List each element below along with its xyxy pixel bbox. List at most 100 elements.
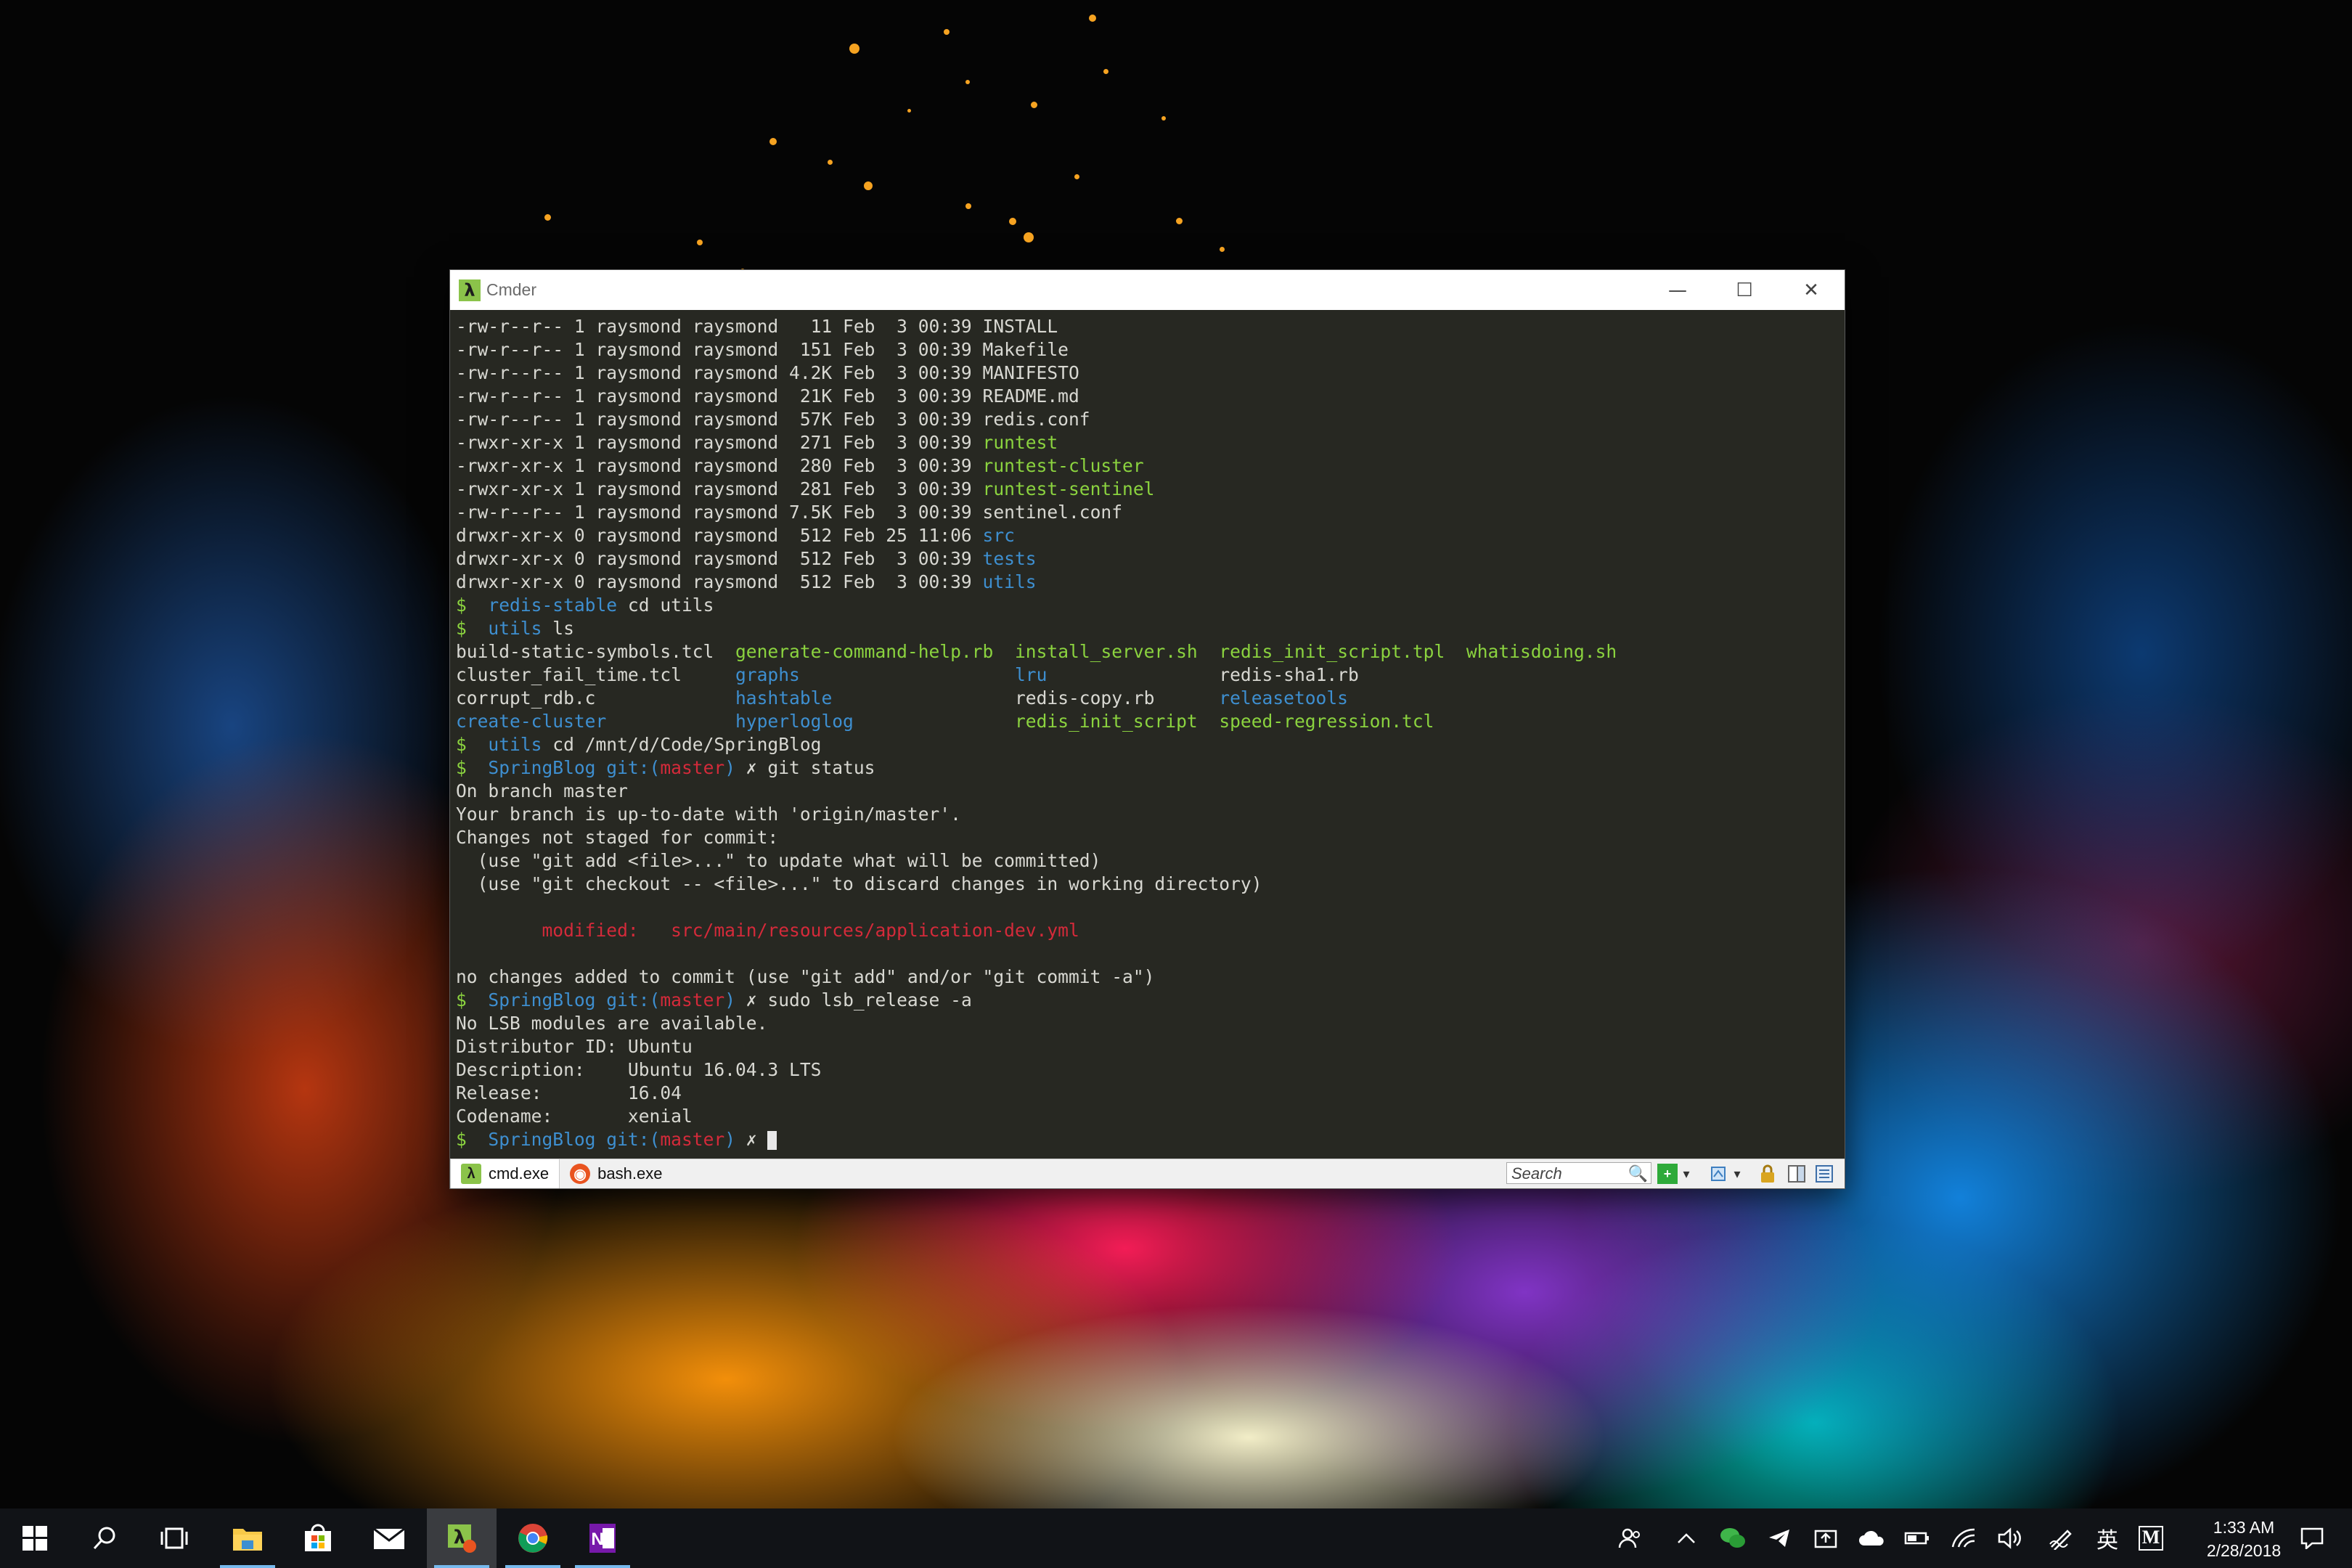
- console-text: On branch master: [456, 780, 628, 801]
- m-indicator-icon[interactable]: M: [2133, 1508, 2169, 1568]
- wifi-icon[interactable]: [1945, 1508, 1982, 1568]
- console-line: -rw-r--r-- 1 raysmond raysmond 11 Feb 3 …: [456, 315, 1839, 338]
- mail-icon[interactable]: [354, 1508, 424, 1568]
- paste-icon[interactable]: [1708, 1164, 1728, 1184]
- ubuntu-icon: ◉: [570, 1164, 591, 1184]
- console-text: -rw-r--r-- 1 raysmond raysmond 7.5K Feb …: [456, 502, 1123, 523]
- lock-icon[interactable]: [1757, 1164, 1778, 1184]
- console-text: Distributor ID: Ubuntu: [456, 1036, 693, 1057]
- console-text: No LSB modules are available.: [456, 1013, 768, 1034]
- console-text: -rw-r--r-- 1 raysmond raysmond 57K Feb 3…: [456, 409, 1090, 430]
- start-windows-icon[interactable]: [0, 1508, 70, 1568]
- console-text: Description: Ubuntu 16.04.3 LTS: [456, 1059, 822, 1080]
- console-text: git:(: [595, 757, 661, 778]
- ime-indicator[interactable]: 英: [2089, 1508, 2126, 1568]
- spark-particle: [1220, 247, 1225, 252]
- console-line: On branch master: [456, 780, 1839, 803]
- store-icon[interactable]: [283, 1508, 353, 1568]
- wechat-icon[interactable]: [1715, 1508, 1751, 1568]
- console-line: $ SpringBlog git:(master) ✗ git status: [456, 756, 1839, 780]
- spark-particle: [769, 138, 777, 145]
- console-text: -rw-r--r-- 1 raysmond raysmond 151 Feb 3…: [456, 339, 1069, 360]
- clock-date: 2/28/2018: [2206, 1541, 2282, 1560]
- console-text: create-cluster: [456, 711, 607, 732]
- console-text: runtest-cluster: [982, 455, 1144, 476]
- pen-workspace-icon[interactable]: [2043, 1508, 2079, 1568]
- console-text: git:(: [595, 989, 661, 1010]
- volume-icon[interactable]: [1992, 1508, 2028, 1568]
- window-title: Cmder: [486, 280, 537, 299]
- split-view-icon[interactable]: [1787, 1164, 1807, 1184]
- console-text: $: [456, 734, 489, 755]
- console-text: tests: [982, 548, 1037, 569]
- console-text: -rw-r--r-- 1 raysmond raysmond 11 Feb 3 …: [456, 316, 1058, 337]
- console-line: cluster_fail_time.tcl graphs lru redis-s…: [456, 663, 1839, 687]
- maximize-button[interactable]: ☐: [1711, 270, 1778, 310]
- console-text: ✗ sudo lsb_release -a: [735, 989, 972, 1010]
- console-line: Your branch is up-to-date with 'origin/m…: [456, 803, 1839, 826]
- console-text: Codename: xenial: [456, 1106, 693, 1127]
- spark-particle: [864, 181, 873, 190]
- console-text: whatisdoing.sh: [1466, 641, 1617, 662]
- file-explorer-icon[interactable]: [213, 1508, 282, 1568]
- search-icon[interactable]: 🔍: [1628, 1163, 1648, 1185]
- console-text: ): [724, 757, 735, 778]
- minimize-button[interactable]: —: [1644, 270, 1711, 310]
- cmder-taskbar-icon[interactable]: λ: [427, 1508, 497, 1568]
- battery-icon[interactable]: [1899, 1508, 1935, 1568]
- console-text: cd utils: [617, 595, 714, 616]
- spark-particle: [1009, 218, 1016, 225]
- console-line: Distributor ID: Ubuntu: [456, 1035, 1839, 1058]
- console-text: build-static-symbols.tcl: [456, 641, 735, 662]
- telegram-icon[interactable]: [1761, 1508, 1797, 1568]
- console-text: modified: src/main/resources/application…: [456, 920, 1079, 941]
- console-line: Release: 16.04: [456, 1082, 1839, 1105]
- new-tab-dropdown-icon[interactable]: ▾: [1676, 1164, 1696, 1184]
- console-text: utils: [488, 734, 542, 755]
- upload-icon[interactable]: [1808, 1508, 1844, 1568]
- menu-icon[interactable]: [1814, 1164, 1834, 1184]
- clock[interactable]: 1:33 AM 2/28/2018: [2197, 1516, 2291, 1562]
- paste-dropdown-icon[interactable]: ▾: [1727, 1164, 1747, 1184]
- console-text: hashtable: [735, 687, 833, 709]
- tab-label: bash.exe: [597, 1164, 663, 1183]
- console-text: (use "git add <file>..." to update what …: [456, 850, 1101, 871]
- console-text: redis-copy.rb: [832, 687, 1220, 709]
- console-text: redis-sha1.rb: [1219, 664, 1359, 685]
- task-view-icon[interactable]: [139, 1508, 209, 1568]
- spark-particle: [1103, 69, 1108, 74]
- action-center-icon[interactable]: [2287, 1508, 2337, 1568]
- console-text: cluster_fail_time.tcl: [456, 664, 735, 685]
- console-text: SpringBlog: [488, 1129, 596, 1150]
- search-icon[interactable]: [70, 1508, 139, 1568]
- tab-bash[interactable]: ◉ bash.exe: [560, 1159, 672, 1188]
- search-input[interactable]: Search 🔍: [1506, 1162, 1651, 1184]
- console-line: drwxr-xr-x 0 raysmond raysmond 512 Feb 3…: [456, 571, 1839, 594]
- people-icon[interactable]: [1612, 1508, 1648, 1568]
- console-text: SpringBlog: [488, 989, 596, 1010]
- close-button[interactable]: ✕: [1778, 270, 1845, 310]
- console-text: git:(: [595, 1129, 661, 1150]
- terminal-console[interactable]: -rw-r--r-- 1 raysmond raysmond 11 Feb 3 …: [456, 315, 1839, 1206]
- console-text: Changes not staged for commit:: [456, 827, 779, 848]
- console-line: $ utils ls: [456, 617, 1839, 640]
- cmder-window[interactable]: λ Cmder — ☐ ✕ -rw-r--r-- 1 raysmond rays…: [449, 269, 1845, 1189]
- console-text: drwxr-xr-x 0 raysmond raysmond 512 Feb 3…: [456, 571, 983, 592]
- console-text: ✗: [735, 1129, 768, 1150]
- console-text: -rw-r--r-- 1 raysmond raysmond 4.2K Feb …: [456, 362, 1079, 383]
- title-bar[interactable]: λ Cmder — ☐ ✕: [450, 270, 1845, 310]
- spark-particle: [544, 214, 551, 221]
- new-tab-icon[interactable]: +: [1657, 1164, 1678, 1184]
- tab-cmd[interactable]: λ cmd.exe: [450, 1159, 560, 1188]
- chrome-icon[interactable]: [498, 1508, 568, 1568]
- console-text: ✗ git status: [735, 757, 875, 778]
- lambda-icon: λ: [461, 1164, 481, 1184]
- onedrive-icon[interactable]: [1854, 1508, 1890, 1568]
- console-text: lru: [1014, 664, 1048, 685]
- chevron-up-icon[interactable]: [1668, 1508, 1704, 1568]
- onenote-icon[interactable]: N: [568, 1508, 637, 1568]
